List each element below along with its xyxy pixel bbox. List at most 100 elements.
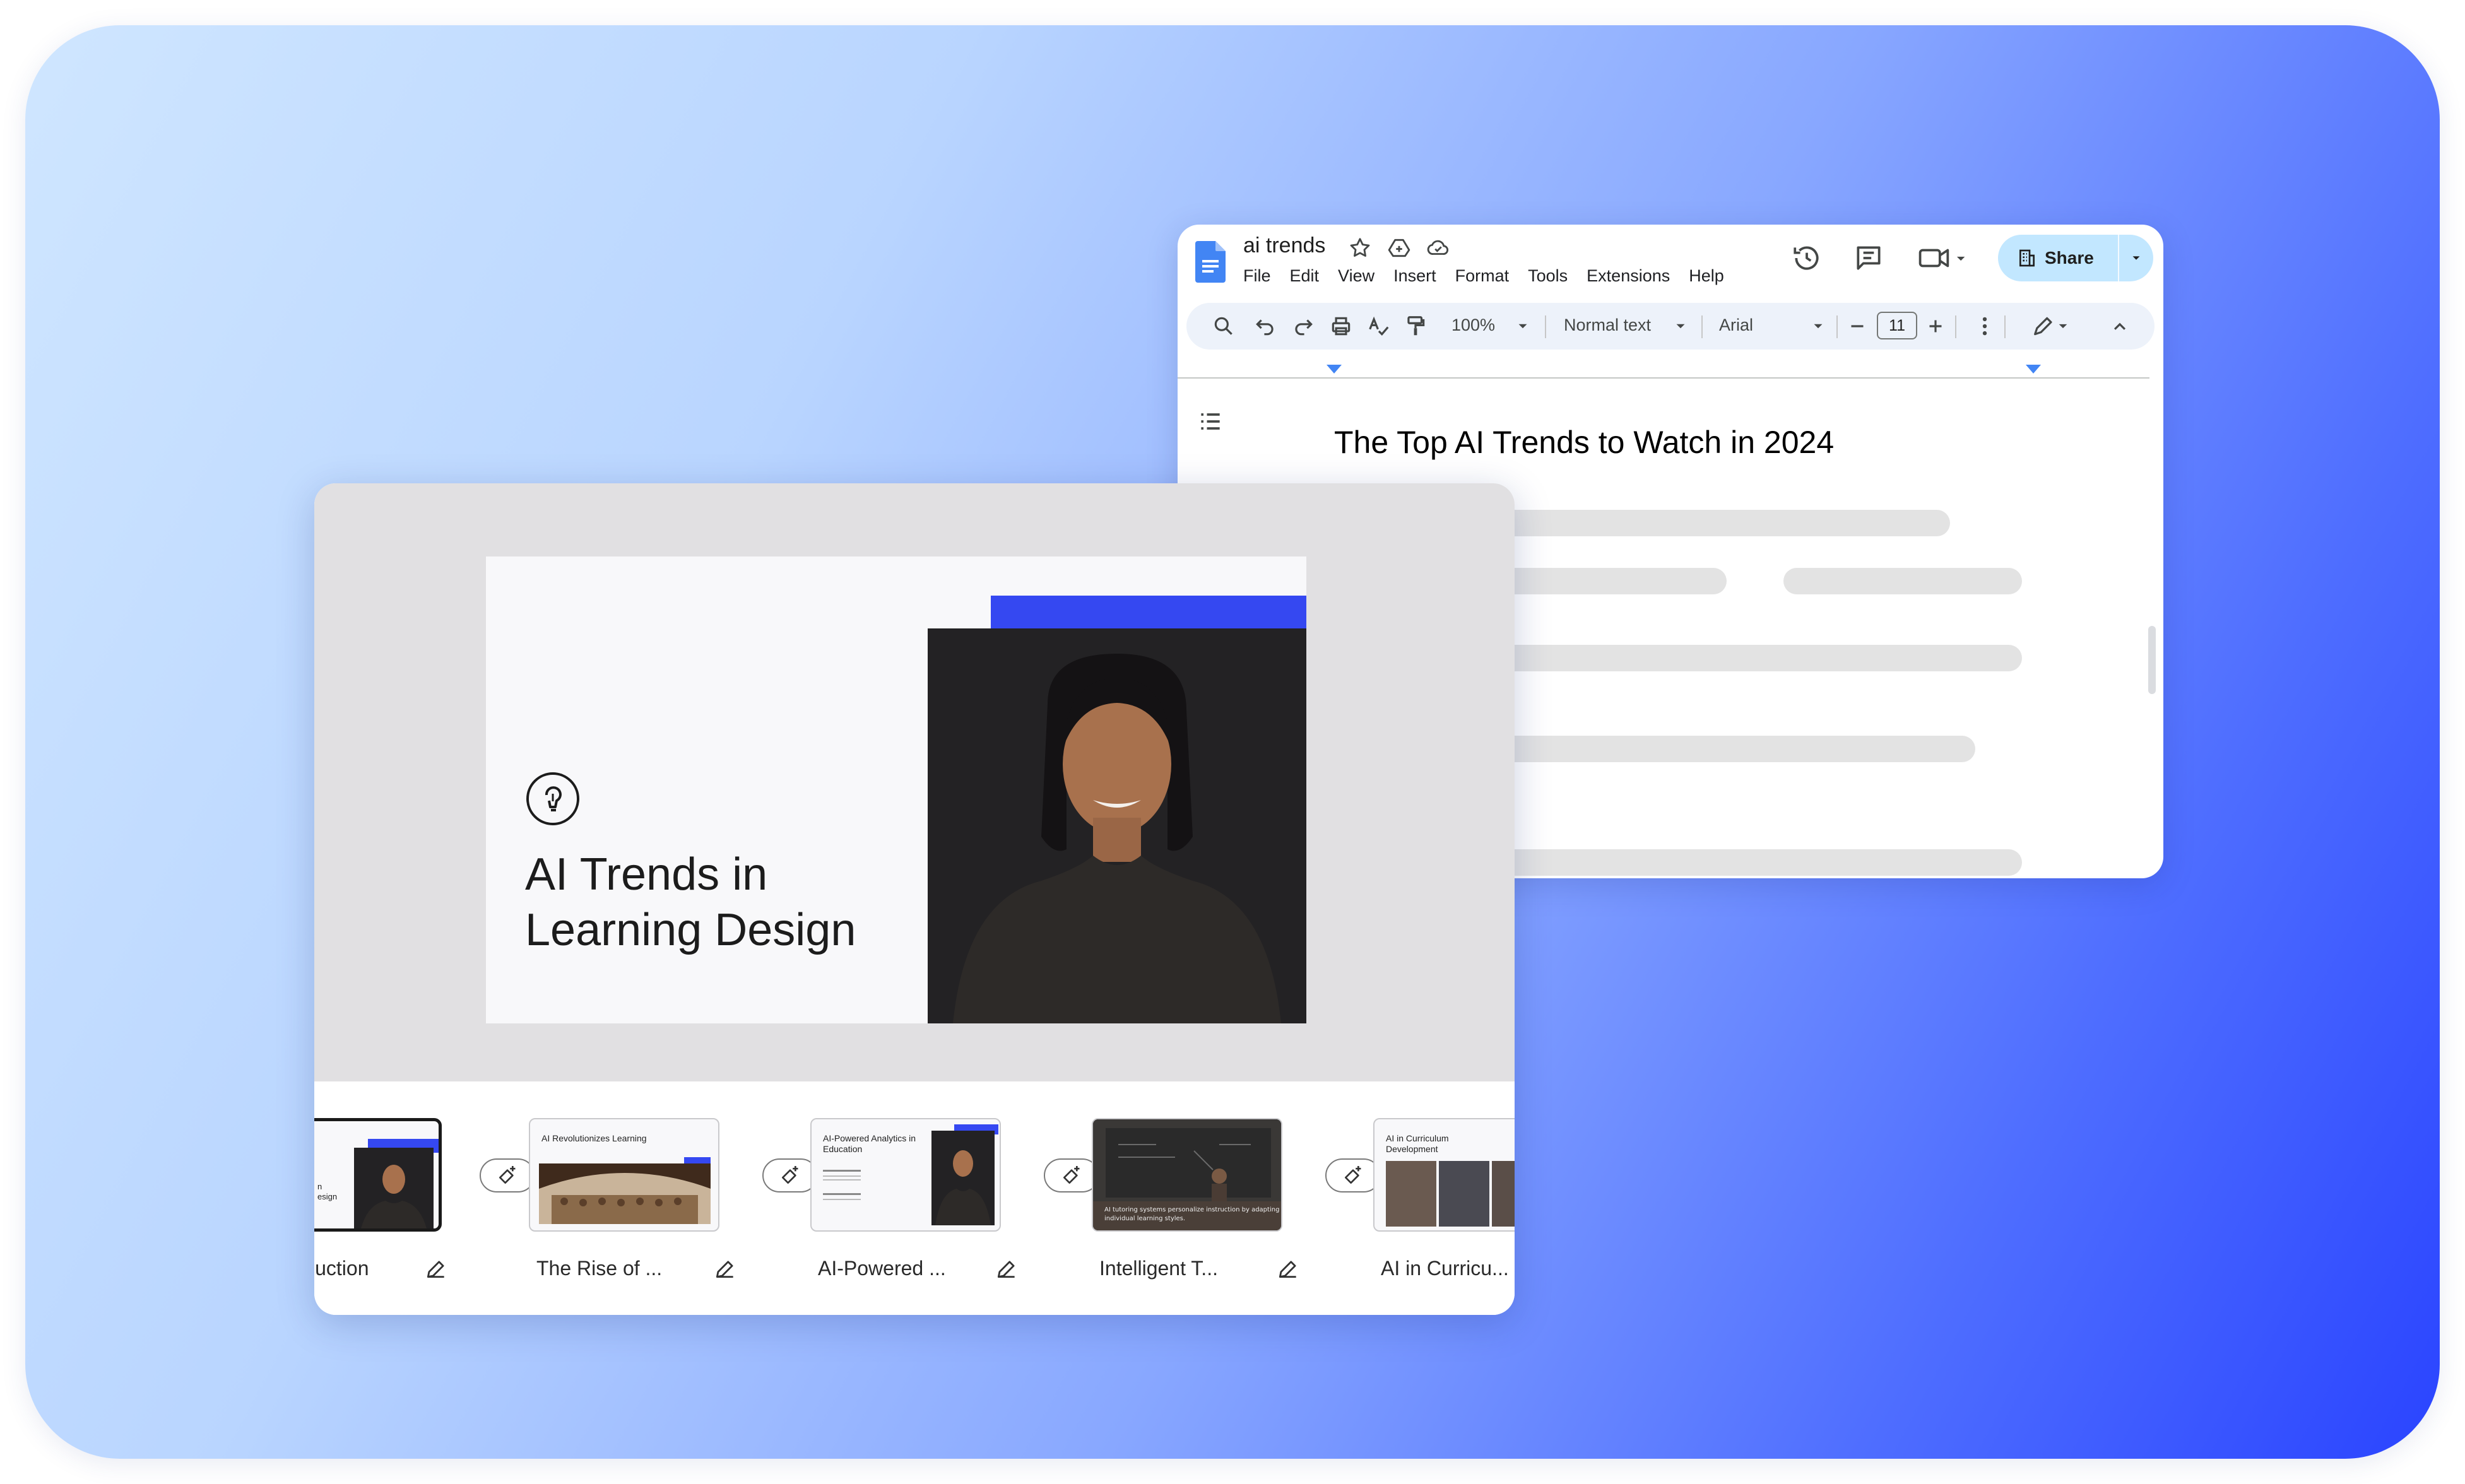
undo-icon[interactable] (1253, 314, 1277, 338)
ruler (1178, 377, 2149, 379)
meet-video-icon[interactable] (1916, 242, 1969, 274)
menu-insert[interactable]: Insert (1393, 266, 1436, 286)
document-title[interactable]: ai trends (1243, 233, 1325, 258)
google-docs-logo-icon[interactable] (1195, 241, 1226, 283)
thumb-photo (1386, 1161, 1436, 1227)
toolbar-divider (1955, 315, 1956, 338)
zoom-caret-icon[interactable] (1515, 314, 1531, 338)
print-icon[interactable] (1329, 314, 1353, 338)
thumb-title: AI in Curriculum Development (1386, 1133, 1449, 1154)
thumb-avatar (354, 1148, 434, 1228)
menu-extensions[interactable]: Extensions (1587, 266, 1670, 286)
slides-editor-window: AI Trends in Learning Design n esign luc… (314, 483, 1515, 1315)
add-scene-button[interactable] (1044, 1158, 1099, 1192)
thumb-text-lines (823, 1170, 918, 1220)
building-icon (2019, 249, 2035, 267)
editing-mode-icon[interactable] (2027, 314, 2075, 338)
thumb-title: AI Revolutionizes Learning (541, 1133, 647, 1143)
toolbar-divider (1545, 315, 1546, 338)
edit-pencil-icon[interactable] (995, 1257, 1019, 1281)
redo-icon[interactable] (1291, 314, 1315, 338)
collapse-toolbar-icon[interactable] (2108, 314, 2132, 338)
svg-text:individual learning styles.: individual learning styles. (1104, 1215, 1185, 1222)
caret-down-icon (2132, 256, 2140, 260)
cloud-saved-icon[interactable] (1426, 236, 1450, 260)
slide-thumbnail-label-4[interactable]: Intelligent T... (1099, 1257, 1218, 1280)
zoom-select[interactable]: 100% (1451, 315, 1495, 335)
toolbar-divider (1836, 315, 1838, 338)
add-scene-icon (782, 1166, 798, 1184)
add-scene-button[interactable] (480, 1158, 535, 1192)
thumb-photo (1439, 1161, 1489, 1227)
add-scene-button[interactable] (1325, 1158, 1381, 1192)
font-family-select[interactable]: Arial (1719, 315, 1753, 335)
share-options-button[interactable] (2119, 251, 2153, 265)
svg-text:AI tutoring systems personaliz: AI tutoring systems personalize instruct… (1104, 1206, 1282, 1213)
presenter-avatar[interactable] (928, 628, 1306, 1023)
edit-pencil-icon[interactable] (424, 1257, 448, 1281)
slide-thumbnail-4[interactable]: AI tutoring systems personalize instruct… (1092, 1118, 1282, 1232)
menu-view[interactable]: View (1338, 266, 1374, 286)
slide-thumbnail-3[interactable]: AI-Powered Analytics in Education (810, 1118, 1001, 1232)
accent-bar (991, 596, 1306, 630)
menu-tools[interactable]: Tools (1528, 266, 1568, 286)
current-slide[interactable]: AI Trends in Learning Design (486, 556, 1306, 1023)
font-size-input[interactable]: 11 (1877, 312, 1917, 339)
toolbar-divider (1701, 315, 1703, 338)
more-options-icon[interactable] (1973, 314, 1997, 338)
thumb-title: AI-Powered Analytics in Education (823, 1133, 916, 1154)
menu-help[interactable]: Help (1689, 266, 1724, 286)
document-outline-icon[interactable] (1197, 408, 1224, 435)
share-main[interactable]: Share (1998, 248, 2118, 268)
share-divider (2118, 235, 2119, 281)
share-label: Share (2045, 248, 2094, 268)
move-to-drive-icon[interactable] (1387, 236, 1411, 260)
slide-thumbnail-label-5[interactable]: AI in Curricu... (1381, 1257, 1509, 1280)
right-indent-marker[interactable] (2026, 365, 2041, 374)
presenter-image (928, 628, 1306, 1023)
paragraph-style-select[interactable]: Normal text (1564, 315, 1651, 335)
comments-icon[interactable] (1853, 242, 1884, 274)
toolbar-divider (2004, 315, 2006, 338)
menu-bar: File Edit View Insert Format Tools Exten… (1243, 266, 1724, 286)
edit-pencil-icon[interactable] (713, 1257, 737, 1281)
decrease-font-size-icon[interactable] (1845, 314, 1869, 338)
thumb-avatar (931, 1131, 995, 1225)
menu-file[interactable]: File (1243, 266, 1271, 286)
share-button[interactable]: Share (1998, 235, 2153, 281)
slide-title[interactable]: AI Trends in Learning Design (525, 847, 916, 958)
thumb-classroom-image (539, 1163, 711, 1224)
thumb-classroom-dark-image: AI tutoring systems personalize instruct… (1093, 1119, 1282, 1230)
slide-thumbnail-label-3[interactable]: AI-Powered ... (818, 1257, 946, 1280)
menu-edit[interactable]: Edit (1290, 266, 1320, 286)
edit-pencil-icon[interactable] (1276, 1257, 1300, 1281)
menu-format[interactable]: Format (1455, 266, 1510, 286)
add-scene-icon (1345, 1166, 1361, 1184)
spellcheck-icon[interactable] (1367, 314, 1391, 338)
slide-thumbnail-label-2[interactable]: The Rise of ... (536, 1257, 662, 1280)
style-caret-icon[interactable] (1672, 314, 1689, 338)
slide-canvas-area: AI Trends in Learning Design (314, 483, 1515, 1081)
add-scene-icon (499, 1166, 516, 1184)
font-caret-icon[interactable] (1810, 314, 1826, 338)
add-scene-button[interactable] (762, 1158, 818, 1192)
thumb-photo (1492, 1161, 1515, 1227)
increase-font-size-icon[interactable] (1924, 314, 1948, 338)
slide-thumbnail-1[interactable]: n esign (314, 1118, 442, 1232)
slide-thumbnail-5[interactable]: AI in Curriculum Development (1373, 1118, 1515, 1232)
star-icon[interactable] (1348, 236, 1372, 260)
slide-thumbnail-strip: n esign luction AI Revolutionizes Learnin… (314, 1081, 1515, 1315)
slide-thumbnail-label-1[interactable]: luction (314, 1257, 369, 1280)
document-heading[interactable]: The Top AI Trends to Watch in 2024 (1334, 424, 1834, 461)
thumb-caption: n esign (317, 1182, 338, 1201)
slide-thumbnail-2[interactable]: AI Revolutionizes Learning (529, 1118, 719, 1232)
formatting-toolbar: 100% Normal text Arial 11 (1186, 303, 2155, 350)
document-scrollbar[interactable] (2148, 626, 2156, 694)
left-indent-marker[interactable] (1327, 365, 1342, 374)
paint-format-icon[interactable] (1404, 314, 1428, 338)
text-line-placeholder (1783, 568, 2022, 594)
lightbulb-icon (526, 772, 579, 825)
search-icon[interactable] (1212, 314, 1236, 338)
version-history-icon[interactable] (1791, 242, 1823, 274)
background-frame: ai trends File Edit View Insert Format T… (25, 25, 2440, 1459)
